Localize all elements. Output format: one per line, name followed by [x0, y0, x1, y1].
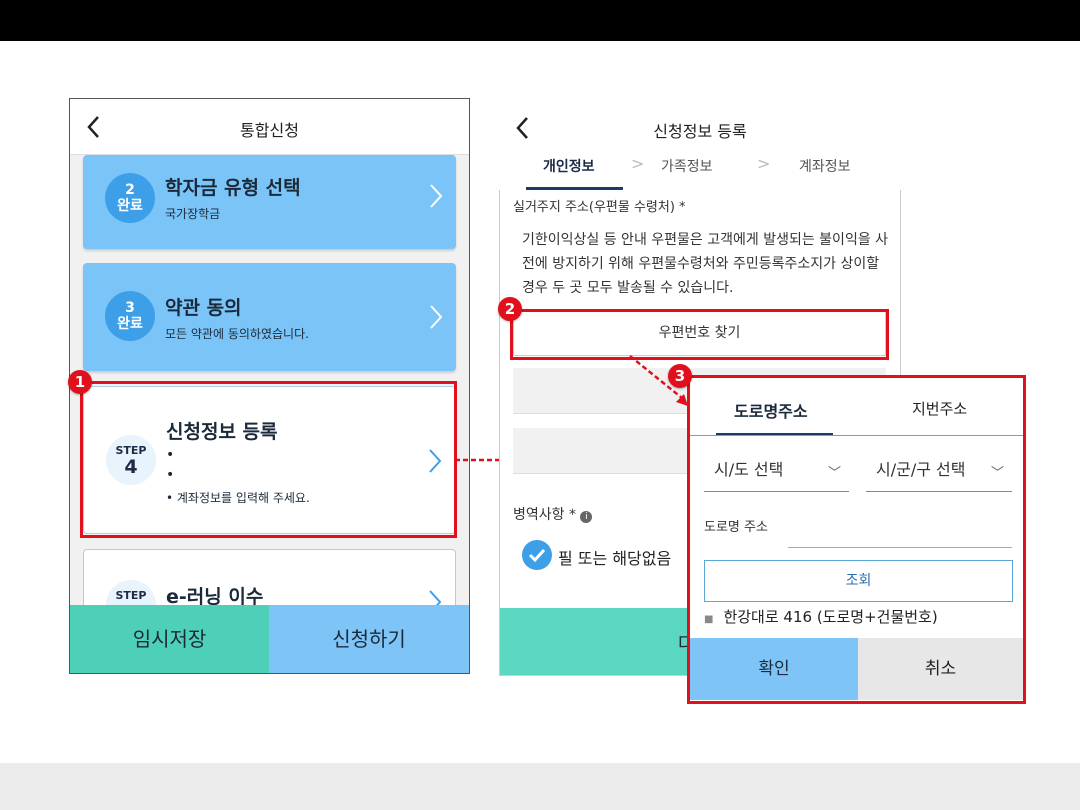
tab-separator: >: [757, 154, 771, 173]
chevron-right-icon: [430, 305, 443, 329]
highlight-box-2: [510, 309, 889, 360]
highlight-box-1: [80, 381, 457, 538]
marker-3: 3: [668, 364, 692, 388]
notice-text: 기한이익상실 등 안내 우편물은 고객에게 발생되는 불이익을 사전에 방지하기…: [522, 232, 889, 296]
header: 통합신청: [70, 99, 469, 155]
info-icon[interactable]: i: [580, 511, 593, 523]
card-title: 학자금 유형 선택: [165, 177, 301, 199]
save-draft-button[interactable]: 임시저장: [70, 605, 269, 673]
marker-1: 1: [68, 370, 92, 394]
step-card-terms-agreement[interactable]: 3 완료 약관 동의 모든 약관에 동의하였습니다.: [83, 263, 456, 371]
top-bar: [0, 0, 1080, 41]
card-subtitle: 모든 약관에 동의하였습니다.: [165, 327, 309, 341]
address-label: 실거주지 주소(우편물 수령처) *: [513, 200, 686, 215]
card-title: 약관 동의: [165, 297, 242, 319]
tab-account-info[interactable]: 계좌정보: [799, 156, 851, 176]
tab-personal-info[interactable]: 개인정보: [543, 156, 595, 176]
card-subtitle: 국가장학금: [165, 207, 221, 221]
step-card-scholarship-type[interactable]: 2 완료 학자금 유형 선택 국가장학금: [83, 155, 456, 249]
checkbox-checked[interactable]: [522, 540, 552, 570]
header: 신청정보 등록 개인정보 > 가족정보 > 계좌정보: [499, 98, 901, 190]
check-icon: [528, 548, 546, 563]
page-title: 신청정보 등록: [653, 122, 747, 141]
marker-2: 2: [498, 297, 522, 321]
highlight-box-3: [687, 375, 1026, 704]
tab-family-info[interactable]: 가족정보: [661, 156, 713, 176]
chevron-right-icon: [430, 184, 443, 208]
military-label: 병역사항 * i: [513, 504, 593, 524]
tab-separator: >: [631, 154, 645, 173]
apply-button[interactable]: 신청하기: [269, 605, 469, 673]
checkbox-label: 필 또는 해당없음: [558, 549, 672, 568]
step-badge: 3 완료: [105, 291, 155, 341]
bottom-buttons: 임시저장 신청하기: [70, 605, 469, 673]
bottom-bar: [0, 763, 1080, 810]
step-badge: 2 완료: [105, 173, 155, 223]
page-title: 통합신청: [240, 121, 299, 140]
